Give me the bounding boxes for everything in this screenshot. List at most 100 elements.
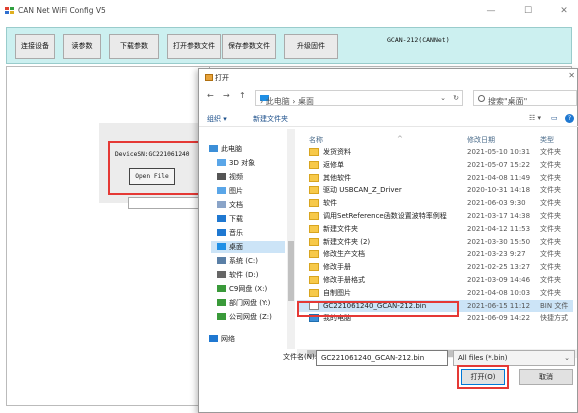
file-name: 调用SetReference函数设置波特率例程 [323,212,447,220]
file-row[interactable]: 修改生产文档 2021-03-23 9:27 文件夹 [297,248,573,260]
file-row[interactable]: 新建文件夹 2021-04-12 11:53 文件夹 [297,223,573,235]
sort-indicator-icon: ^ [397,135,403,143]
tree-item-desktop[interactable]: 桌面 [211,241,285,253]
tree-scrollbar[interactable] [287,129,295,349]
search-box[interactable]: 搜索"桌面" [473,90,577,106]
dialog-close-button[interactable]: ✕ [568,71,575,80]
file-name: 修改生产文档 [323,250,365,259]
column-header-type[interactable]: 类型 [540,135,554,145]
refresh-icon[interactable]: ↻ [453,91,459,105]
network-drive-icon [217,313,226,320]
address-dropdown-icon[interactable]: ⌄ [440,91,446,105]
preview-pane-icon[interactable]: ▭ [551,114,558,122]
tree-label: 图片 [229,187,243,195]
organize-menu[interactable]: 组织 ▾ [207,114,227,124]
back-arrow-icon[interactable]: ← [207,91,214,100]
file-date: 2021-06-15 11:12 [467,301,531,310]
tree-item-music[interactable]: 音乐 [217,227,243,239]
download-params-button[interactable]: 下载参数 [109,34,159,59]
picture-icon [217,187,226,194]
tree-item-downloads[interactable]: 下载 [217,213,243,225]
file-date: 2021-05-07 15:22 [467,160,531,169]
tree-label: C9网盘 (X:) [229,285,268,293]
tree-item-documents[interactable]: 文档 [217,199,243,211]
up-arrow-icon[interactable]: ↑ [239,91,246,100]
address-path: › 此电脑 › 桌面 [260,97,315,106]
folder-icon [309,186,319,195]
file-date: 2021-03-17 14:38 [467,212,531,220]
save-params-file-button[interactable]: 保存参数文件 [222,34,276,59]
column-header-name[interactable]: 名称 [309,135,323,145]
view-options-icon[interactable]: ☷ ▾ [529,114,541,122]
address-bar[interactable]: › 此电脑 › 桌面 ⌄ ↻ [255,90,463,106]
file-row[interactable]: 修改手册 2021-02-25 13:27 文件夹 [297,261,573,273]
minimize-button[interactable]: — [484,4,498,18]
tree-label: 3D 对象 [229,159,256,167]
file-row[interactable]: 其他软件 2021-04-08 11:49 文件夹 [297,172,573,184]
tree-item-pictures[interactable]: 图片 [217,185,243,197]
file-row[interactable]: 发货资料 2021-05-10 10:31 文件夹 [297,146,573,158]
file-type: 文件夹 [540,237,561,246]
file-type: 文件夹 [540,288,561,297]
filename-input[interactable]: GC221061240_GCAN-212.bin [316,350,448,366]
window-title: CAN Net WiFi Config V5 [18,6,106,15]
file-row[interactable]: 驱动 USBCAN_Z_Driver 2020-10-31 14:18 文件夹 [297,184,573,196]
open-params-file-button[interactable]: 打开参数文件 [167,34,221,59]
tree-item-drive-x[interactable]: C9网盘 (X:) [217,283,267,295]
file-row[interactable]: 软件 2021-06-03 9:30 文件夹 [297,197,573,209]
app-icon [5,7,14,15]
annotation-highlight-file [297,301,459,317]
tree-item-drive-d[interactable]: 软件 (D:) [217,269,258,281]
download-icon [217,215,226,222]
file-row[interactable]: 调用SetReference函数设置波特率例程 2021-03-17 14:38 文… [297,210,573,222]
file-date: 2021-03-30 15:50 [467,237,531,246]
file-date: 2021-02-25 13:27 [467,263,531,272]
file-date: 2021-06-03 9:30 [467,199,526,208]
music-icon [217,229,226,236]
folder-icon [309,199,319,208]
tree-item-3d-objects[interactable]: 3D 对象 [217,157,255,169]
tree-scroll-thumb[interactable] [288,241,294,301]
maximize-button[interactable]: ☐ [521,4,535,18]
tree-item-network[interactable]: 网络 [209,333,235,345]
folder-icon [309,212,319,220]
file-type-filter-value: All files (*.bin) [458,354,508,362]
forward-arrow-icon[interactable]: → [223,91,230,100]
tree-item-drive-z[interactable]: 公司网盘 (Z:) [217,311,272,323]
cube-icon [217,159,226,166]
search-icon [478,95,485,102]
file-type: 文件夹 [540,276,561,284]
drive-icon [217,271,226,278]
folder-icon [309,160,319,169]
tree-item-drive-y[interactable]: 部门网盘 (Y:) [217,297,270,309]
file-date: 2021-03-23 9:27 [467,250,526,259]
help-icon[interactable]: ? [565,114,574,123]
column-header-date[interactable]: 修改日期 [467,135,495,145]
tree-item-videos[interactable]: 视频 [217,171,243,183]
file-date: 2021-04-08 11:49 [467,173,531,182]
read-params-button[interactable]: 读参数 [63,34,101,59]
upgrade-firmware-button[interactable]: 升级固件 [284,34,338,59]
drive-icon [217,257,226,264]
file-row[interactable]: 新建文件夹 (2) 2021-03-30 15:50 文件夹 [297,236,573,248]
dialog-title: 打开 [205,73,229,83]
file-row[interactable]: 修改手册格式 2021-03-09 14:46 文件夹 [297,274,573,286]
device-model-label: GCAN-212(CANNet) [387,36,450,44]
cancel-button[interactable]: 取消 [519,369,573,385]
file-row[interactable]: 自制图片 2021-04-08 10:03 文件夹 [297,287,573,299]
tree-label: 软件 (D:) [229,271,259,279]
network-drive-icon [217,299,226,306]
close-button[interactable]: ✕ [557,4,571,18]
new-folder-button[interactable]: 新建文件夹 [253,114,288,124]
file-type: 文件夹 [540,160,561,169]
file-row[interactable]: 返修单 2021-05-07 15:22 文件夹 [297,159,573,171]
tree-item-drive-c[interactable]: 系统 (C:) [217,255,258,267]
file-date: 2020-10-31 14:18 [467,186,531,195]
file-type: BIN 文件 [540,301,569,310]
navigation-bar: ← → ↑ › 此电脑 › 桌面 ⌄ ↻ 搜索"桌面" [199,87,578,109]
tree-item-this-pc[interactable]: 此电脑 [209,143,242,155]
file-type-filter[interactable]: All files (*.bin) ⌄ [453,350,575,366]
file-name: 自制图片 [323,288,351,297]
tree-label: 部门网盘 (Y:) [229,299,271,307]
connect-device-button[interactable]: 连接设备 [15,34,55,59]
